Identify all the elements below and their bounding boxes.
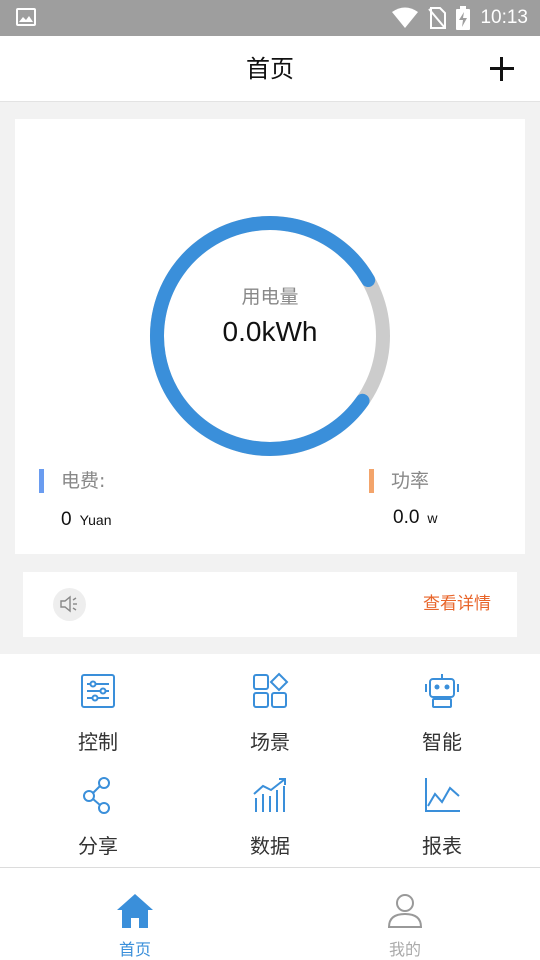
power-stat: 功率 0.0 w [369,469,519,539]
fee-stat: 电费: 0 Yuan [39,469,239,539]
function-grid: 控制 场景 智能 分享 数据 报表 [0,654,540,867]
usage-card: 用电量 0.0kWh 电费: 0 Yuan 功率 0.0 w [15,119,525,554]
grid-item-control[interactable]: 控制 [8,654,188,754]
view-details-link[interactable]: 查看详情 [423,572,491,637]
tab-home[interactable]: 首页 [0,868,270,960]
power-number: 0.0 [393,507,420,528]
share-icon [83,777,110,814]
home-icon [117,894,153,928]
grid-item-smart[interactable]: 智能 [352,654,532,754]
power-value: 0.0 w [393,507,438,529]
usage-value: 0.0kWh [222,316,318,347]
grid-label: 数据 [250,834,290,858]
wifi-icon [392,7,419,28]
fee-label: 电费: [61,470,106,492]
grid-item-scene[interactable]: 场景 [180,654,360,754]
power-color-bar [369,469,374,493]
grid-item-share[interactable]: 分享 [8,758,188,858]
power-label: 功率 [391,470,430,492]
robot-icon [425,674,459,708]
report-chart-icon [425,778,460,812]
grid-label: 分享 [78,834,118,858]
usage-label: 用电量 [241,286,299,308]
notice-bar: 查看详情 [23,572,517,637]
app-bar: 首页 [0,36,540,102]
fee-unit: Yuan [79,512,112,528]
page-title: 首页 [246,55,294,83]
status-bar: 10:13 [0,0,540,36]
scene-icon [253,672,289,708]
tab-mine-label: 我的 [388,940,421,959]
tab-mine[interactable]: 我的 [270,868,540,960]
grid-label: 智能 [422,730,462,754]
data-chart-icon [253,778,286,812]
sliders-icon [81,674,115,708]
grid-label: 报表 [422,834,462,858]
grid-item-report[interactable]: 报表 [352,758,532,858]
status-time: 10:13 [480,7,528,28]
grid-label: 场景 [250,730,290,754]
add-button[interactable] [488,55,516,83]
image-notification-icon [16,8,36,26]
bottom-tab-bar: 首页 我的 [0,867,540,960]
fee-color-bar [39,469,44,493]
grid-item-data[interactable]: 数据 [180,758,360,858]
speaker-icon [53,588,86,621]
fee-number: 0 [61,509,72,530]
no-sim-icon [428,7,447,29]
battery-charging-icon [456,6,471,30]
power-unit: w [427,510,438,526]
grid-label: 控制 [78,730,118,754]
fee-value: 0 Yuan [61,509,112,531]
tab-home-label: 首页 [118,940,151,959]
user-icon [387,894,423,928]
